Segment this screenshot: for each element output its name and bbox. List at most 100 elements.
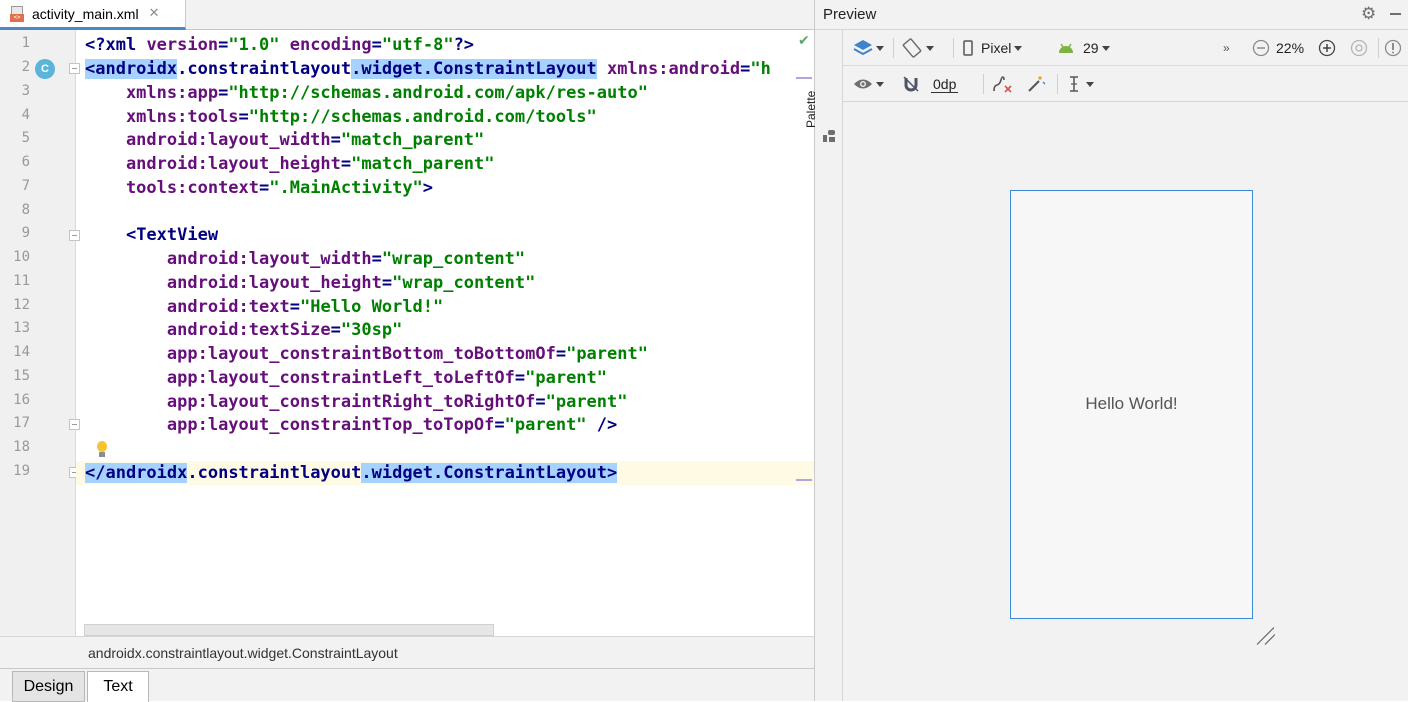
code-line: android:textSize="30sp": [85, 320, 403, 340]
zoom-out-icon: [1252, 39, 1270, 57]
line-number: 5: [21, 130, 30, 146]
xml-file-icon: <>: [10, 5, 24, 22]
line-number: 8: [21, 202, 30, 218]
checkmark-icon: ✔: [798, 33, 810, 49]
line-number: 19: [13, 463, 30, 479]
code-line: app:layout_constraintTop_toTopOf="parent…: [85, 415, 618, 435]
line-number: 13: [13, 320, 30, 336]
code-line: android:layout_width="wrap_content": [85, 249, 526, 269]
horizontal-scrollbar[interactable]: [84, 624, 494, 636]
code-line-current: </androidx.constraintlayout.widget.Const…: [76, 461, 814, 485]
code-line: <TextView: [85, 225, 219, 245]
magnet-off-icon: [903, 76, 919, 92]
code-area[interactable]: <?xml version="1.0" encoding="utf-8"?> <…: [76, 30, 814, 636]
close-tab-icon[interactable]: ✕: [149, 6, 160, 21]
device-label: Pixel: [981, 40, 1012, 56]
line-number: 6: [21, 154, 30, 170]
code-line: xmlns:app="http://schemas.android.com/ap…: [85, 83, 648, 103]
preview-toolbar-secondary: 0dp: [843, 66, 1408, 102]
editor-tab-bar: <> activity_main.xml ✕: [0, 0, 814, 30]
zoom-fit-icon: [1350, 39, 1368, 57]
editor-mode-tabs: Design Text: [0, 668, 814, 702]
layers-icon: [853, 40, 873, 56]
overflow-button[interactable]: »: [1223, 30, 1230, 66]
device-dropdown[interactable]: Pixel: [961, 30, 1023, 66]
clear-constraints-icon: [993, 76, 1012, 93]
preview-toolbar-primary: Pixel 29 » 22%: [843, 30, 1408, 66]
info-icon: [1384, 39, 1402, 57]
tab-text[interactable]: Text: [87, 671, 149, 702]
warnings-button[interactable]: [1384, 30, 1402, 66]
breadcrumb-bar: androidx.constraintlayout.widget.Constra…: [0, 636, 814, 668]
api-level-label: 29: [1083, 40, 1099, 56]
view-options-dropdown[interactable]: [853, 66, 884, 102]
device-preview-frame[interactable]: Hello World!: [1010, 190, 1253, 619]
line-number: 15: [13, 368, 30, 384]
text-baseline-icon: [1070, 76, 1078, 92]
default-margin-value: 0dp: [931, 75, 959, 93]
minimize-icon[interactable]: [1390, 13, 1401, 15]
code-line: tools:context=".MainActivity">: [85, 178, 434, 198]
line-number: 14: [13, 344, 30, 360]
clear-constraints-button[interactable]: [991, 66, 1013, 102]
line-number: 11: [13, 273, 30, 289]
breadcrumb[interactable]: androidx.constraintlayout.widget.Constra…: [88, 645, 398, 661]
line-number: 12: [13, 297, 30, 313]
line-number: 18: [13, 439, 30, 455]
phone-icon: [963, 40, 973, 56]
zoom-in-button[interactable]: [1318, 30, 1336, 66]
palette-icon[interactable]: [823, 130, 835, 142]
scroll-marker[interactable]: [796, 479, 812, 481]
line-number: 2: [21, 59, 30, 75]
code-line: app:layout_constraintRight_toRightOf="pa…: [85, 392, 628, 412]
code-line: android:layout_height="wrap_content": [85, 273, 536, 293]
rotate-icon: [902, 38, 922, 58]
line-number: 1: [21, 35, 30, 51]
preview-title: Preview: [823, 6, 877, 23]
class-gutter-icon[interactable]: C: [35, 59, 55, 79]
default-margin-dropdown[interactable]: 0dp: [931, 66, 959, 102]
line-number: 7: [21, 178, 30, 194]
design-canvas[interactable]: Hello World!: [843, 102, 1408, 701]
scroll-marker[interactable]: [796, 77, 812, 79]
lightbulb-icon[interactable]: [95, 441, 109, 459]
orientation-dropdown[interactable]: [901, 30, 934, 66]
line-number: 16: [13, 392, 30, 408]
code-line: android:layout_height="match_parent": [85, 154, 495, 174]
android-icon: [1059, 43, 1073, 53]
gear-icon[interactable]: ⚙: [1361, 4, 1376, 24]
zoom-out-button[interactable]: [1252, 30, 1270, 66]
preview-panel: Preview ⚙ Palette Pixel 29 » 22% 0dp Hel…: [804, 0, 1408, 701]
tab-design[interactable]: Design: [12, 671, 85, 702]
code-line: xmlns:tools="http://schemas.android.com/…: [85, 107, 597, 127]
file-tab-activity-main[interactable]: <> activity_main.xml ✕: [0, 0, 186, 30]
zoom-fit-button[interactable]: [1350, 30, 1368, 66]
code-line: android:layout_width="match_parent": [85, 130, 485, 150]
code-line: <?xml version="1.0" encoding="utf-8"?>: [85, 35, 475, 55]
code-line: <androidx.constraintlayout.widget.Constr…: [85, 59, 771, 79]
line-number-gutter[interactable]: 1 2 3 4 5 6 7 8 9 10 11 12 13 14 15 16 1…: [0, 30, 80, 636]
magic-wand-icon: [1028, 76, 1046, 92]
api-level-dropdown[interactable]: 29: [1057, 30, 1110, 66]
code-editor[interactable]: <> activity_main.xml ✕ 1 2 3 4 5 6 7 8 9…: [0, 0, 814, 702]
file-tab-label: activity_main.xml: [32, 5, 139, 22]
eye-icon: [854, 79, 872, 89]
layers-dropdown[interactable]: [853, 30, 884, 66]
preview-header: Preview ⚙: [815, 0, 1408, 30]
resize-handle-icon[interactable]: [1255, 624, 1279, 646]
code-line: app:layout_constraintBottom_toBottomOf="…: [85, 344, 648, 364]
code-line: app:layout_constraintLeft_toLeftOf="pare…: [85, 368, 608, 388]
infer-constraints-button[interactable]: [1026, 66, 1046, 102]
zoom-in-icon: [1318, 39, 1336, 57]
palette-strip: Palette: [804, 30, 843, 701]
preview-textview[interactable]: Hello World!: [1011, 394, 1252, 414]
line-number: 3: [21, 83, 30, 99]
zoom-level: 22%: [1276, 40, 1305, 56]
autoconnect-toggle[interactable]: [901, 66, 921, 102]
line-number: 9: [21, 225, 30, 241]
line-number: 4: [21, 107, 30, 123]
code-line: android:text="Hello World!": [85, 297, 444, 317]
guidelines-dropdown[interactable]: [1067, 66, 1094, 102]
